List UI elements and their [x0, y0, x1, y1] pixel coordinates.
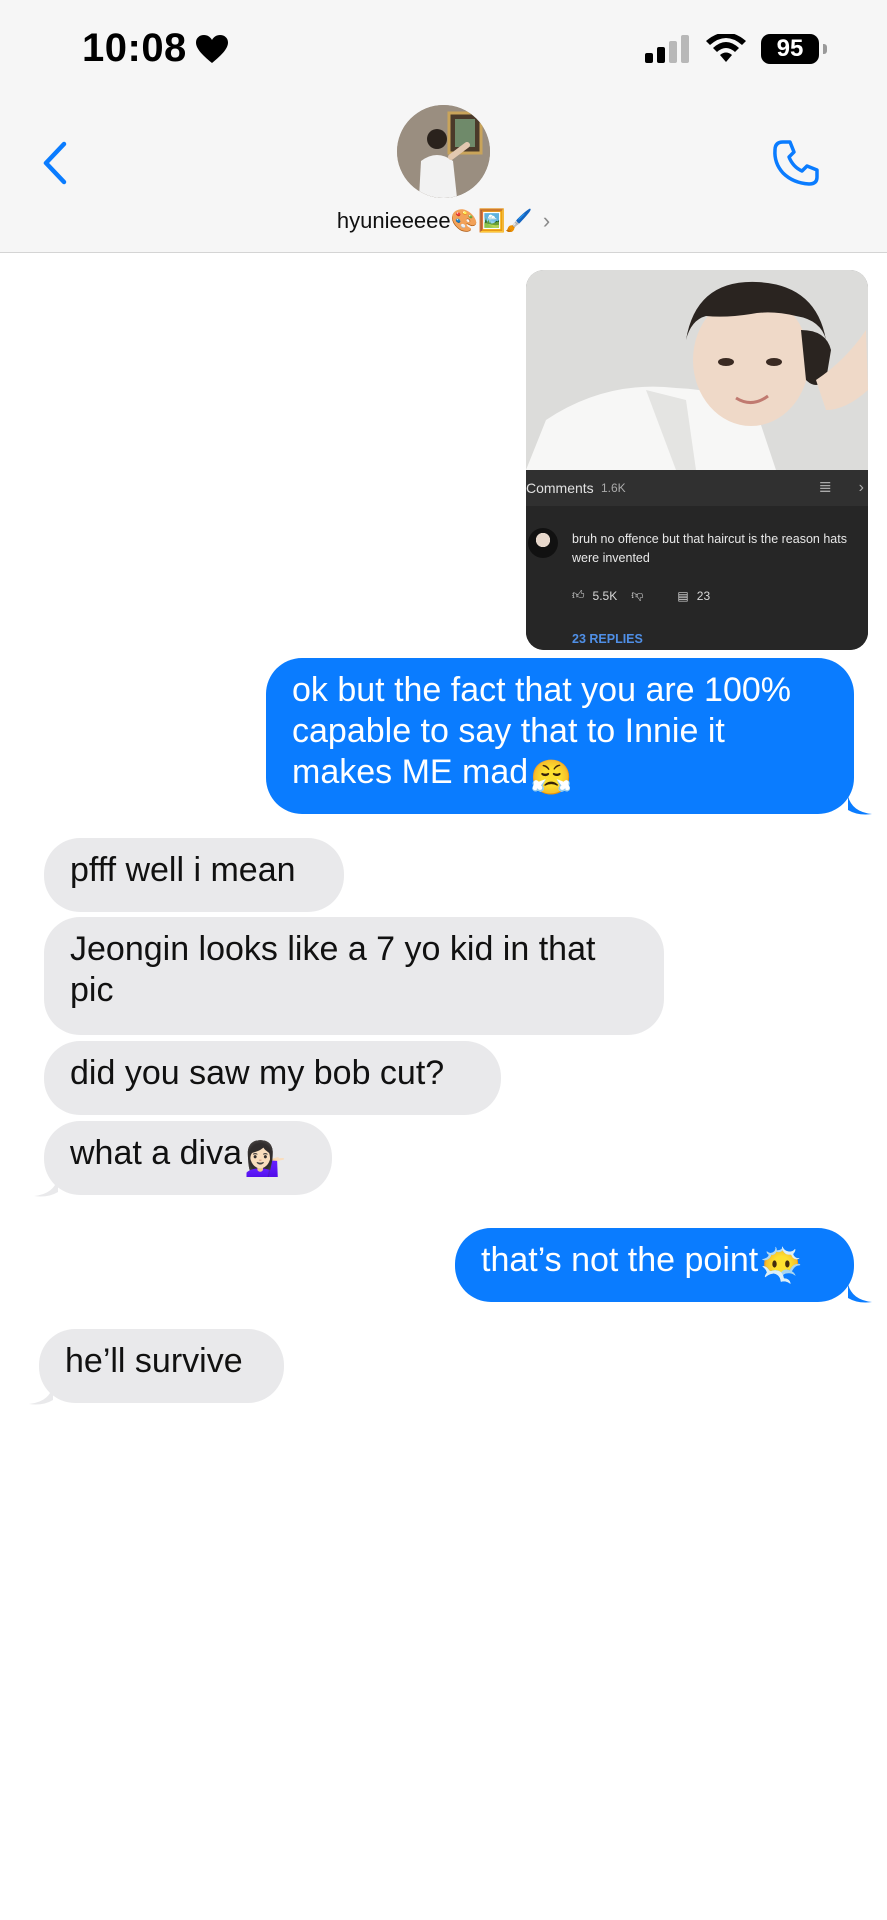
heart-icon	[195, 34, 228, 63]
status-time: 10:08	[82, 26, 187, 70]
message-bubble-sent[interactable]: that’s not the point😶‍🌫️	[455, 1228, 854, 1302]
status-bar-time-group: 10:08	[82, 26, 229, 71]
photo-content	[526, 270, 868, 470]
message-bubble-received[interactable]: he’ll survive	[39, 1329, 284, 1403]
chevron-left-icon	[43, 141, 67, 185]
battery-level: 95	[776, 35, 804, 62]
avatar-photo	[397, 105, 490, 198]
message-bubble-received[interactable]: did you saw my bob cut?	[44, 1041, 501, 1115]
shared-photo	[526, 270, 868, 470]
chevron-right-icon: ›	[542, 208, 551, 233]
close-icon: ›	[858, 479, 864, 496]
message-emoji: 😤	[530, 759, 573, 797]
message-bubble-received[interactable]: Jeongin looks like a 7 yo kid in that pi…	[44, 917, 664, 1035]
message-bubble-received[interactable]: what a diva💁🏻‍♀️	[44, 1121, 332, 1195]
contact-avatar[interactable]	[397, 105, 490, 198]
comments-header: Comments 1.6K ≣ ›	[526, 470, 868, 506]
message-bubble-sent[interactable]: ok but the fact that you are 100% capabl…	[266, 658, 854, 814]
reply-icon: ▤	[677, 588, 689, 603]
message-text: he’ll survive	[65, 1342, 243, 1380]
battery-cap	[823, 44, 827, 54]
message-text: did you saw my bob cut?	[70, 1054, 445, 1092]
call-button[interactable]	[771, 138, 821, 188]
back-button[interactable]	[36, 138, 76, 188]
message-text: pfff well i mean	[70, 851, 296, 889]
message-emoji: 💁🏻‍♀️	[244, 1140, 287, 1178]
wifi-icon	[706, 34, 746, 62]
thumbs-up-icon: 👍︎	[572, 588, 585, 602]
message-text: that’s not the point	[481, 1241, 759, 1279]
like-count: 5.5K	[592, 588, 618, 603]
conversation-header: 10:08 95 hyunieeeee🎨🖼️🖌️ ›	[0, 0, 887, 253]
comments-count: 1.6K	[601, 481, 626, 495]
status-icons: 95	[645, 34, 827, 64]
message-text: what a diva	[70, 1134, 242, 1172]
filter-icon: ≣	[818, 479, 832, 496]
message-emoji: 😶‍🌫️	[760, 1247, 803, 1285]
contact-name-row[interactable]: hyunieeeee🎨🖼️🖌️ ›	[0, 208, 887, 234]
comments-label: Comments	[526, 480, 594, 496]
message-bubble-received[interactable]: pfff well i mean	[44, 838, 344, 912]
bubble-tail	[848, 796, 872, 815]
commenter-avatar	[528, 528, 558, 558]
bubble-tail	[34, 1178, 58, 1197]
shared-image-attachment[interactable]: Comments 1.6K ≣ › bruh no offence but th…	[526, 270, 868, 650]
phone-icon	[773, 140, 819, 186]
reply-count: 23	[696, 588, 711, 603]
message-text: Jeongin looks like a 7 yo kid in that pi…	[70, 930, 596, 1009]
battery-icon: 95	[761, 34, 827, 64]
comment-item: bruh no offence but that haircut is the …	[526, 506, 868, 650]
signal-bars-icon	[645, 35, 689, 63]
replies-link: 23 REPLIES	[572, 632, 643, 646]
contact-name: hyunieeeee🎨🖼️🖌️	[336, 208, 533, 233]
bubble-tail	[29, 1386, 53, 1405]
comment-actions: 👍︎ 5.5K 👎︎ ▤ 23	[572, 588, 710, 603]
comment-text: bruh no offence but that haircut is the …	[572, 532, 847, 565]
thumbs-down-icon: 👎︎	[631, 588, 644, 602]
bubble-tail	[848, 1284, 872, 1303]
